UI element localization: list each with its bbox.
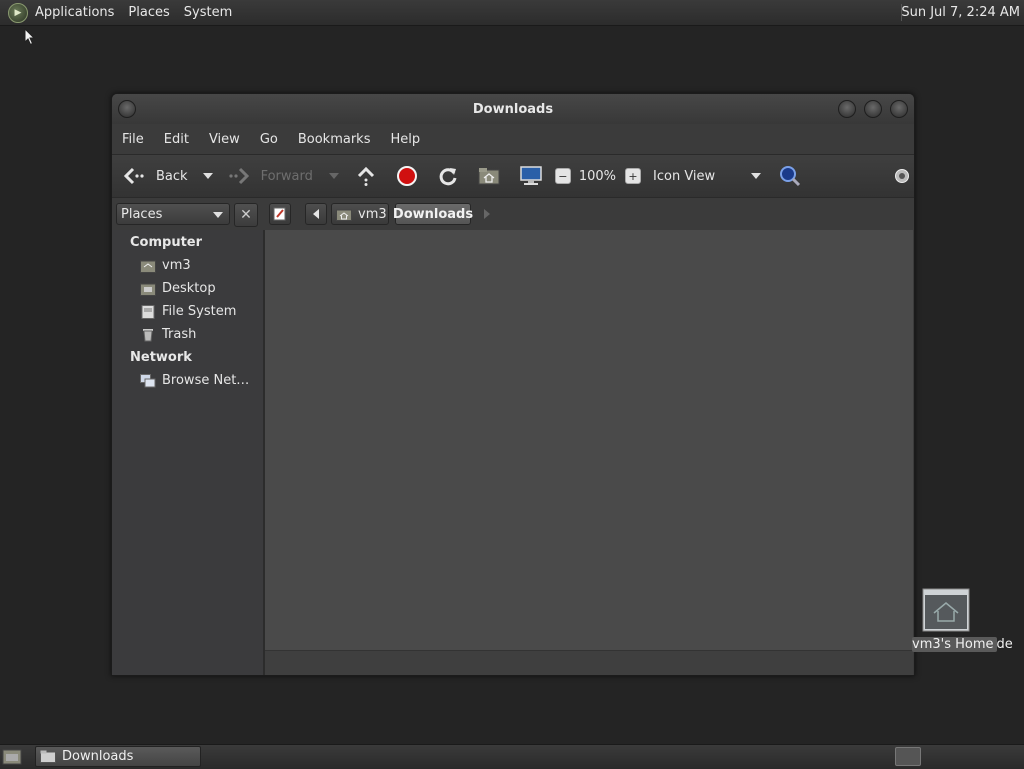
clock[interactable]: Sun Jul 7, 2:24 AM bbox=[901, 0, 1020, 25]
applications-menu[interactable]: Applications bbox=[28, 0, 121, 25]
titlebar[interactable]: Downloads bbox=[112, 94, 914, 124]
view-mode-select[interactable]: Icon View bbox=[653, 169, 715, 184]
sidebar-item-label: Desktop bbox=[162, 281, 216, 296]
maximize-button[interactable] bbox=[864, 100, 882, 118]
places-menu[interactable]: Places bbox=[121, 0, 176, 25]
toggle-location-entry-button[interactable] bbox=[269, 203, 291, 225]
sidebar-heading-computer: Computer bbox=[130, 235, 203, 250]
sidebar-item-browse-network[interactable]: Browse Net… bbox=[140, 373, 249, 388]
applications-menu-icon[interactable]: ▶ bbox=[8, 2, 28, 23]
menu-file[interactable]: File bbox=[112, 132, 154, 147]
system-menu[interactable]: System bbox=[177, 0, 239, 25]
zoom-level[interactable]: 100% bbox=[579, 169, 616, 184]
computer-icon[interactable] bbox=[519, 165, 543, 187]
edit-location-icon bbox=[273, 207, 286, 221]
breadcrumb-scroll-right-icon[interactable] bbox=[483, 209, 491, 219]
zoom-in-icon[interactable]: + bbox=[625, 168, 642, 184]
home-folder-icon[interactable] bbox=[478, 166, 500, 186]
show-desktop-icon[interactable] bbox=[2, 748, 22, 765]
file-view[interactable] bbox=[265, 230, 913, 650]
status-bar bbox=[265, 650, 913, 675]
forward-arrow-icon bbox=[228, 167, 249, 185]
sidebar-header: Places ✕ bbox=[112, 198, 265, 230]
home-folder-desktop-icon[interactable] bbox=[921, 587, 971, 633]
sidebar-item-label: File System bbox=[162, 304, 237, 319]
toolbar: Back Forward − 100% + Icon View bbox=[112, 154, 914, 198]
drive-icon bbox=[141, 304, 155, 319]
back-history-chevron-down-icon[interactable] bbox=[202, 173, 213, 179]
taskbar-label: Downloads bbox=[62, 749, 134, 764]
menu-go[interactable]: Go bbox=[250, 132, 288, 147]
home-folder-icon bbox=[336, 209, 352, 221]
search-icon[interactable] bbox=[779, 165, 801, 187]
chevron-left-icon bbox=[313, 209, 319, 219]
mouse-pointer-icon bbox=[24, 28, 36, 46]
view-mode-chevron-down-icon[interactable] bbox=[751, 173, 762, 179]
location-bar: vm3 Downloads bbox=[265, 198, 913, 230]
home-folder-desktop-label[interactable]: vm3's Home de bbox=[912, 636, 1013, 654]
minimize-button[interactable] bbox=[838, 100, 856, 118]
reload-icon[interactable] bbox=[437, 165, 459, 187]
menu-bookmarks[interactable]: Bookmarks bbox=[288, 132, 381, 147]
close-sidebar-icon[interactable]: ✕ bbox=[234, 203, 258, 227]
home-folder-icon bbox=[140, 260, 156, 273]
sidebar-item-label: Trash bbox=[162, 327, 197, 342]
breadcrumb-vm3[interactable]: vm3 bbox=[331, 203, 389, 225]
window-menu-button[interactable] bbox=[118, 100, 136, 118]
up-arrow-icon[interactable] bbox=[355, 165, 377, 187]
workspace-switcher[interactable] bbox=[895, 747, 921, 766]
forward-history-chevron-down-icon[interactable] bbox=[328, 173, 339, 179]
back-label: Back bbox=[156, 168, 188, 184]
sidebar-item-file-system[interactable]: File System bbox=[140, 304, 236, 319]
close-button[interactable] bbox=[890, 100, 908, 118]
breadcrumb-downloads[interactable]: Downloads bbox=[392, 203, 474, 225]
network-icon bbox=[140, 373, 156, 387]
zoom-out-icon[interactable]: − bbox=[554, 168, 571, 184]
sidebar-item-label: vm3 bbox=[162, 258, 191, 273]
forward-label: Forward bbox=[260, 168, 313, 184]
sidebar-item-trash[interactable]: Trash bbox=[140, 327, 196, 342]
menu-edit[interactable]: Edit bbox=[154, 132, 199, 147]
file-manager-window: Downloads File Edit View Go Bookmarks He… bbox=[111, 93, 915, 676]
forward-button[interactable]: Forward bbox=[227, 164, 313, 188]
throbber-icon bbox=[895, 169, 909, 183]
sidebar-type-select[interactable]: Places bbox=[116, 203, 230, 225]
breadcrumb-label: Downloads bbox=[392, 206, 474, 222]
sidebar-item-vm3[interactable]: vm3 bbox=[140, 258, 191, 273]
trash-icon bbox=[143, 328, 153, 341]
stop-icon[interactable] bbox=[396, 165, 418, 187]
sidebar-item-label: Browse Net… bbox=[162, 373, 250, 388]
desktop-folder-icon bbox=[140, 283, 156, 296]
menu-help[interactable]: Help bbox=[380, 132, 430, 147]
back-button[interactable]: Back bbox=[122, 164, 188, 188]
sidebar-type-value: Places bbox=[121, 206, 163, 222]
menubar: File Edit View Go Bookmarks Help bbox=[112, 124, 914, 154]
back-arrow-icon bbox=[123, 167, 144, 185]
menu-view[interactable]: View bbox=[199, 132, 250, 147]
folder-icon bbox=[40, 750, 56, 763]
chevron-down-icon bbox=[213, 212, 223, 218]
top-panel: ▶ Applications Places System Sun Jul 7, … bbox=[0, 0, 1024, 26]
taskbar-button-downloads[interactable]: Downloads bbox=[35, 746, 201, 767]
window-title: Downloads bbox=[472, 101, 554, 117]
sidebar-item-desktop[interactable]: Desktop bbox=[140, 281, 216, 296]
breadcrumb-label: vm3 bbox=[358, 206, 387, 222]
breadcrumb-scroll-left-button[interactable] bbox=[305, 203, 327, 225]
bottom-panel: Downloads bbox=[0, 744, 1024, 769]
sidebar-heading-network: Network bbox=[130, 350, 192, 365]
places-sidebar: Computer vm3 Desktop File System Trash N… bbox=[112, 230, 264, 675]
